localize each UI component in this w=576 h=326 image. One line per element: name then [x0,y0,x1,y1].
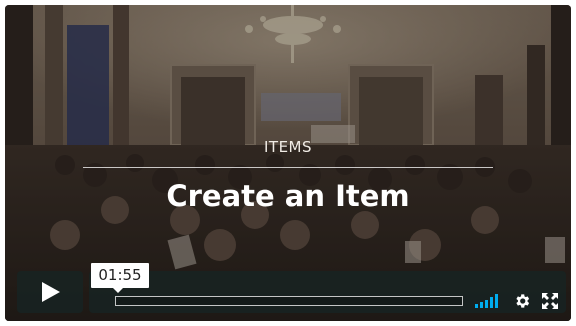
volume-bars-icon[interactable] [475,294,501,308]
play-button[interactable] [17,271,83,313]
progress-bar[interactable] [115,296,463,306]
timecode-tooltip: 01:55 [91,263,149,293]
title-divider [83,167,493,168]
video-title: Create an Item [166,179,410,213]
video-player[interactable]: ITEMS Create an Item 01:55 [5,5,571,321]
play-icon [42,282,60,302]
section-label: ITEMS [263,138,313,156]
gear-icon[interactable] [513,292,531,310]
fullscreen-icon[interactable] [542,293,558,309]
